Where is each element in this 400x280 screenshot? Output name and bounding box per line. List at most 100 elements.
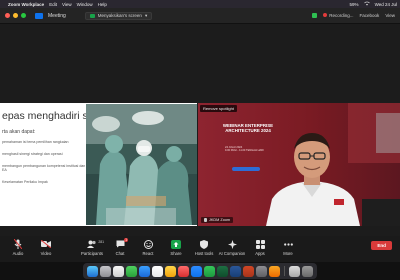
meeting-stage: epas menghadiri sesi ini rta akan dapat:… xyxy=(0,24,400,236)
participants-button[interactable]: 281 Participants xyxy=(78,239,106,256)
participant-name: JKDM Zoom xyxy=(209,218,231,222)
close-window-button[interactable] xyxy=(5,13,10,18)
calendar-icon[interactable] xyxy=(152,265,163,277)
window-controls xyxy=(5,13,26,18)
menu-bar: Zoom Workplace Edit View Window Help 59%… xyxy=(0,0,400,8)
poster-time: 9.00 PAGI - 11.00 TENGAH HARI xyxy=(225,149,264,153)
react-icon xyxy=(143,239,153,249)
battery-label[interactable]: 59% xyxy=(350,2,359,7)
video-label: Video xyxy=(40,251,52,256)
participants-label: Participants xyxy=(81,251,103,256)
host-tools-button[interactable]: Host tools xyxy=(190,239,218,256)
word-icon[interactable] xyxy=(230,265,241,277)
music-icon[interactable] xyxy=(178,265,189,277)
chat-icon xyxy=(116,239,125,249)
share-chip-label: Menyaksikan's screen xyxy=(97,13,142,18)
more-button[interactable]: More xyxy=(274,239,302,256)
screen-share-icon xyxy=(89,13,95,18)
slide-bullet-list: pemahaman isi tema pemilihan rangkaian m… xyxy=(2,140,86,192)
finder-icon[interactable] xyxy=(87,265,98,277)
apps-icon xyxy=(255,239,265,249)
menu-item-window[interactable]: Window xyxy=(77,2,93,7)
shield-icon xyxy=(200,239,208,249)
view-button[interactable]: View xyxy=(385,13,395,18)
chrome-icon[interactable] xyxy=(269,265,280,277)
chat-unread-badge: 1 xyxy=(124,238,128,242)
react-button[interactable]: React xyxy=(134,239,162,256)
surgery-team-photo xyxy=(86,104,197,225)
participants-count: 281 xyxy=(98,240,104,244)
audio-button[interactable]: Audio xyxy=(4,239,32,256)
poster-info: 24 JULAI 2024 9.00 PAGI - 11.00 TENGAH H… xyxy=(225,146,271,153)
viewing-share-chip[interactable]: Menyaksikan's screen ▾ xyxy=(84,11,153,20)
more-label: More xyxy=(283,251,293,256)
launchpad-icon[interactable] xyxy=(100,265,111,277)
window-title-bar: Meeting Menyaksikan's screen ▾ Recording… xyxy=(0,8,400,24)
poster-register-pill xyxy=(232,167,260,171)
remove-spotlight-button[interactable]: Remove spotlight xyxy=(200,105,237,112)
slide-subtitle: rta akan dapat: xyxy=(2,129,36,135)
livestream-facebook[interactable]: Facebook xyxy=(360,13,380,18)
ai-companion-icon xyxy=(227,239,237,249)
facebook-label: Facebook xyxy=(359,13,380,18)
record-dot-icon xyxy=(323,13,328,17)
menu-item-help[interactable]: Help xyxy=(98,2,107,7)
dock-area xyxy=(0,262,400,280)
end-meeting-button[interactable]: End xyxy=(371,241,392,250)
chat-label: Chat xyxy=(115,251,125,256)
recording-label: Recording... xyxy=(329,13,354,18)
speaker-video-tile[interactable]: Remove spotlight WEBINAR ENTERPRISE ARCH… xyxy=(198,103,400,226)
microphone-icon xyxy=(204,218,207,222)
apps-label: Apps xyxy=(255,251,265,256)
ai-companion-label: AI Companion xyxy=(218,251,246,256)
more-icon xyxy=(283,239,293,249)
notes-icon[interactable] xyxy=(165,265,176,277)
wifi-icon[interactable] xyxy=(363,1,370,7)
screen: Zoom Workplace Edit View Window Help 59%… xyxy=(0,0,400,280)
minimize-window-button[interactable] xyxy=(13,13,18,18)
mail-icon[interactable] xyxy=(139,265,150,277)
menu-app-name[interactable]: Zoom Workplace xyxy=(8,2,44,7)
dock-separator xyxy=(284,266,285,276)
menu-item-edit[interactable]: Edit xyxy=(49,2,57,7)
window-title: Meeting xyxy=(48,12,66,19)
excel-icon[interactable] xyxy=(217,265,228,277)
poster-title: WEBINAR ENTERPRISE ARCHITECTURE 2024 xyxy=(222,123,274,134)
microphone-icon xyxy=(14,239,22,249)
audio-label: Audio xyxy=(12,251,24,256)
chevron-down-icon: ▾ xyxy=(144,12,148,18)
trash-icon[interactable] xyxy=(302,265,313,277)
ai-companion-button[interactable]: AI Companion xyxy=(218,239,246,256)
encryption-shield-icon[interactable] xyxy=(312,13,318,18)
slide-bullet: Keselamatan Perilaku Impak xyxy=(2,180,48,185)
zoom-app-icon[interactable] xyxy=(191,265,202,277)
react-label: React xyxy=(142,251,154,256)
webinar-poster: WEBINAR ENTERPRISE ARCHITECTURE 2024 24 … xyxy=(218,113,278,191)
video-button[interactable]: Video xyxy=(32,239,60,256)
share-screen-icon xyxy=(171,239,181,249)
apps-button[interactable]: Apps xyxy=(246,239,274,256)
slide-bullet: membangun pembangunan kompetensi institu… xyxy=(2,163,86,173)
chat-button[interactable]: 1 Chat xyxy=(106,238,134,256)
zoom-window-button[interactable] xyxy=(21,13,26,18)
meeting-toolbar: Audio Video 281 Participants 1 Chat Reac… xyxy=(0,236,400,262)
whatsapp-icon[interactable] xyxy=(204,265,215,277)
share-button[interactable]: Share xyxy=(162,239,190,256)
downloads-icon[interactable] xyxy=(289,265,300,277)
slide-bullet: menghasil sinergi strategi dan operasi xyxy=(2,151,63,156)
recording-indicator[interactable]: Recording... xyxy=(323,13,354,18)
powerpoint-icon[interactable] xyxy=(243,265,254,277)
share-label: Share xyxy=(170,251,182,256)
messages-icon[interactable] xyxy=(126,265,137,277)
participants-icon xyxy=(87,239,97,249)
datetime-label[interactable]: Wed 24 Jul xyxy=(375,2,397,7)
host-tools-label: Host tools xyxy=(194,251,214,256)
zoom-meeting-icon xyxy=(35,12,43,19)
menu-item-view[interactable]: View xyxy=(62,2,72,7)
view-label: View xyxy=(385,13,395,18)
shared-screen-slide[interactable]: epas menghadiri sesi ini rta akan dapat:… xyxy=(0,103,197,226)
macos-dock xyxy=(83,263,317,279)
safari-icon[interactable] xyxy=(113,265,124,277)
participant-name-tag: JKDM Zoom xyxy=(201,217,234,223)
settings-icon[interactable] xyxy=(256,265,267,277)
